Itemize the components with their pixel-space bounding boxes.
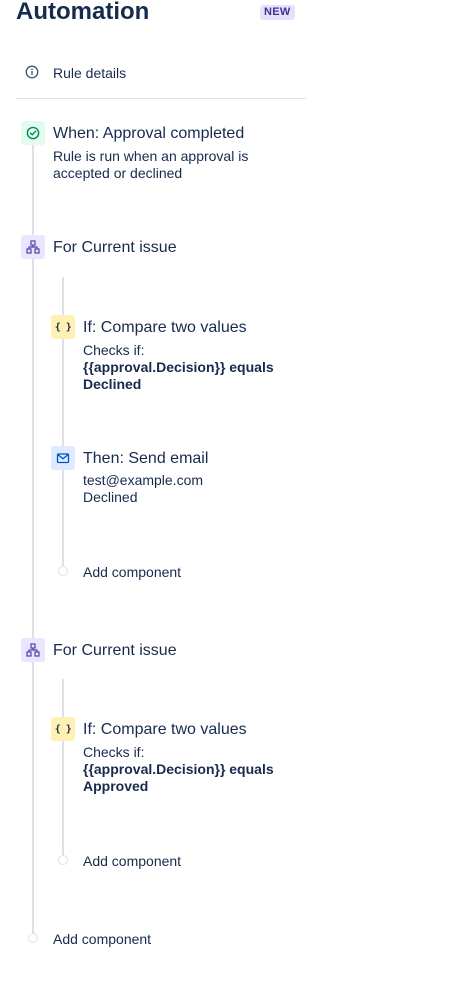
branch-component[interactable]: For Current issue bbox=[21, 235, 221, 261]
main-flow-line bbox=[32, 145, 34, 935]
condition-component[interactable]: { } If: Compare two values Checks if: {{… bbox=[51, 717, 291, 795]
condition-expression-line2: Declined bbox=[83, 376, 142, 392]
root-add-component[interactable]: Add component bbox=[28, 929, 178, 949]
new-badge: NEW bbox=[260, 5, 295, 20]
rule-details-item[interactable]: Rule details bbox=[16, 62, 306, 84]
hierarchy-icon bbox=[21, 638, 45, 662]
add-dot bbox=[28, 933, 38, 943]
hierarchy-icon bbox=[21, 235, 45, 259]
branch-add-component[interactable]: Add component bbox=[58, 562, 208, 582]
add-component-label: Add component bbox=[83, 564, 182, 580]
branch-title: For Current issue bbox=[53, 239, 177, 256]
condition-title: If: Compare two values bbox=[83, 721, 247, 738]
add-component-label: Add component bbox=[83, 853, 182, 869]
condition-component[interactable]: { } If: Compare two values Checks if: {{… bbox=[51, 315, 291, 393]
check-circle-icon bbox=[21, 121, 45, 145]
branch-add-component[interactable]: Add component bbox=[58, 851, 208, 871]
rule-details-label: Rule details bbox=[53, 65, 127, 81]
condition-expression-line1: {{approval.Decision}} equals bbox=[83, 761, 274, 777]
add-dot bbox=[58, 855, 68, 865]
action-line1: test@example.com bbox=[83, 472, 204, 488]
trigger-description-line1: Rule is run when an approval is bbox=[53, 148, 249, 164]
braces-icon: { } bbox=[51, 315, 75, 339]
trigger-title: When: Approval completed bbox=[53, 125, 245, 142]
trigger-description-line2: accepted or declined bbox=[53, 165, 183, 181]
condition-expression-line1: {{approval.Decision}} equals bbox=[83, 359, 274, 375]
action-component[interactable]: Then: Send email test@example.com Declin… bbox=[51, 446, 291, 506]
braces-icon: { } bbox=[51, 717, 75, 741]
action-line2: Declined bbox=[83, 489, 138, 505]
info-icon bbox=[25, 65, 39, 84]
condition-title: If: Compare two values bbox=[83, 319, 247, 336]
action-title: Then: Send email bbox=[83, 450, 209, 467]
branch-component[interactable]: For Current issue bbox=[21, 638, 221, 664]
condition-checks-label: Checks if: bbox=[83, 342, 145, 358]
branch-title: For Current issue bbox=[53, 642, 177, 659]
condition-checks-label: Checks if: bbox=[83, 744, 145, 760]
add-component-label: Add component bbox=[53, 931, 152, 947]
condition-expression-line2: Approved bbox=[83, 778, 149, 794]
trigger-component[interactable]: When: Approval completed Rule is run whe… bbox=[21, 121, 291, 183]
add-dot bbox=[58, 566, 68, 576]
page-title: Automation bbox=[16, 0, 150, 25]
divider bbox=[16, 98, 306, 99]
email-icon bbox=[51, 446, 75, 470]
